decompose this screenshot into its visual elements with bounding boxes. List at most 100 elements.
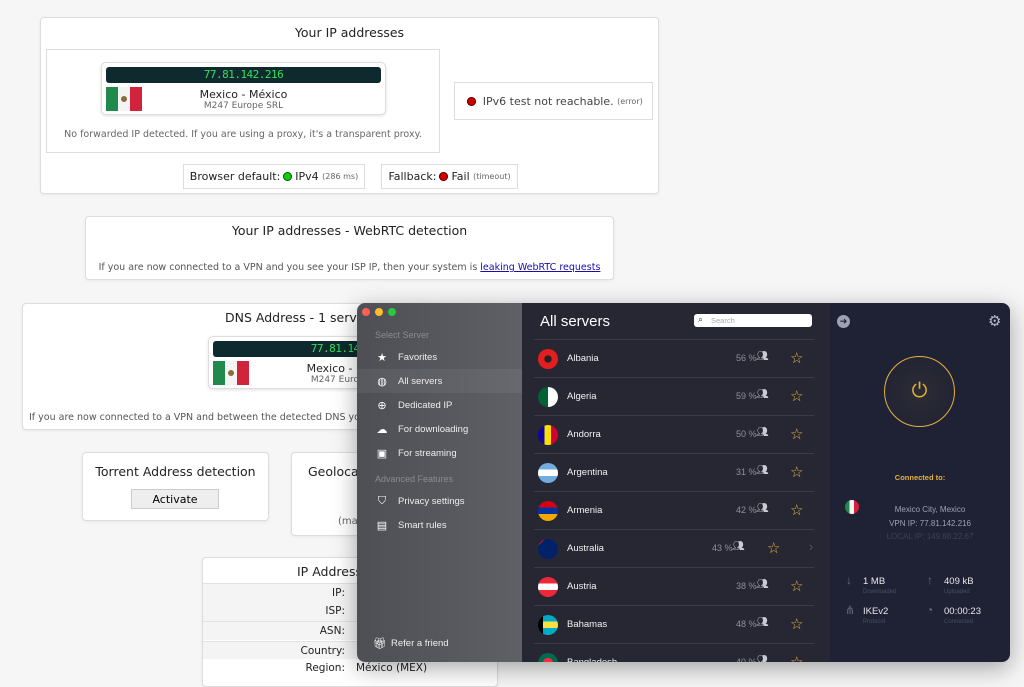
server-load: 40 % (736, 657, 757, 662)
protocol-stat: IKEv2 Protocol (863, 606, 888, 625)
close-window-button[interactable] (362, 308, 370, 316)
favorite-star-icon[interactable]: ☆ (790, 349, 803, 367)
uploaded-value: 409 kB (944, 576, 974, 587)
flag-icon (538, 577, 558, 597)
sidebar-item-for-downloading[interactable]: ☁ For downloading (357, 417, 522, 441)
ip-badge: 77.81.142.216 Mexico - México M247 Europ… (101, 62, 386, 115)
server-name: Australia (567, 543, 604, 554)
cloud-download-icon: ☁ (376, 423, 388, 436)
browser-default: Browser default: IPv4 (286 ms) (183, 164, 365, 189)
clock-icon: ◔ (926, 603, 934, 617)
server-load: 48 % (736, 619, 757, 629)
sidebar: Select Server ★ Favorites ◍ All servers ⊕ D… (357, 303, 522, 662)
server-load: 38 % (736, 581, 757, 591)
flag-icon (538, 653, 558, 662)
users-icon: 👥︎ (732, 541, 745, 552)
upload-arrow-icon: ↑ (927, 573, 933, 587)
maximize-window-button[interactable] (388, 308, 396, 316)
list-title: All servers (540, 313, 611, 330)
server-row[interactable]: Armenia 42 % 👥︎ ☆ (534, 491, 814, 529)
favorite-star-icon[interactable]: ☆ (790, 501, 803, 519)
ipv6-status: IPv6 test not reachable. (error) (454, 82, 653, 120)
row-label: Region: (305, 662, 345, 674)
play-screen-icon: ▣ (376, 447, 388, 460)
row-label: ISP: (325, 605, 345, 617)
refer-a-friend-button[interactable]: 🎁︎ Refer a friend (357, 631, 522, 655)
fallback-note: (timeout) (473, 172, 511, 181)
card-title: DNS Address - 1 server (225, 310, 370, 325)
torrent-card: Torrent Address detection Activate (82, 452, 269, 521)
downloaded-stat: 1 MB Downloaded (863, 576, 896, 595)
search-input[interactable]: Search (694, 313, 812, 327)
server-name: Albania (567, 353, 599, 364)
protocol-icon: ⋔ (845, 603, 856, 617)
sidebar-item-label: Favorites (398, 351, 438, 363)
chevron-right-icon[interactable]: › (809, 539, 813, 554)
server-row[interactable]: Algeria 59 % 👥︎ ☆ (534, 377, 814, 415)
row-label: Country: (300, 645, 346, 657)
ip-box: 77.81.142.216 Mexico - México M247 Europ… (46, 49, 440, 153)
section-label: Select Server (375, 330, 430, 340)
server-load: 50 % (736, 429, 757, 439)
section-label: Advanced Features (375, 474, 454, 484)
sidebar-item-for-streaming[interactable]: ▣ For streaming (357, 441, 522, 465)
users-icon: 👥︎ (756, 655, 769, 662)
server-load: 42 % (736, 505, 757, 515)
gear-icon[interactable]: ⚙ (988, 312, 1001, 330)
users-icon: 👥︎ (756, 503, 769, 514)
favorite-star-icon[interactable]: ☆ (790, 425, 803, 443)
flag-icon (538, 501, 558, 521)
server-row[interactable]: Austria 38 % 👥︎ ☆ (534, 567, 814, 605)
protocol-value: IKEv2 (863, 606, 889, 617)
local-ip: LOCAL IP: 149.88.22.67 (886, 532, 974, 541)
connected-label: Connected to: (894, 473, 946, 482)
sidebar-item-smart-rules[interactable]: ▤ Smart rules (357, 513, 522, 537)
webrtc-leak-link[interactable]: leaking WebRTC requests (480, 262, 600, 273)
server-row[interactable]: Australia 43 % 👥︎ ☆ › (534, 529, 814, 567)
vpn-ip: VPN IP: 77.81.142.216 (889, 519, 971, 528)
globe-icon: ◍ (377, 375, 387, 388)
server-name: Armenia (567, 505, 603, 516)
favorite-star-icon[interactable]: ☆ (790, 653, 803, 662)
minimize-window-button[interactable] (375, 308, 383, 316)
webrtc-card: Your IP addresses - WebRTC detection If … (85, 216, 614, 280)
favorite-star-icon[interactable]: ☆ (790, 615, 803, 633)
server-list-panel: All servers Search Albania 56 % 👥︎ ☆ Alg… (522, 303, 830, 662)
favorite-star-icon[interactable]: ☆ (767, 539, 780, 557)
sidebar-item-dedicated-ip[interactable]: ⊕ Dedicated IP (357, 393, 522, 417)
sidebar-item-favorites[interactable]: ★ Favorites (357, 345, 522, 369)
time-stat: 00:00:23 Connected (944, 606, 981, 625)
sidebar-item-label: Privacy settings (398, 495, 465, 507)
row-label: ASN: (319, 625, 345, 637)
server-row[interactable]: Andorra 50 % 👥︎ ☆ (534, 415, 814, 453)
flag-icon (538, 387, 558, 407)
flag-icon (538, 463, 558, 483)
favorite-star-icon[interactable]: ☆ (790, 387, 803, 405)
favorite-star-icon[interactable]: ☆ (790, 577, 803, 595)
card-title: Your IP addresses (294, 25, 405, 40)
forward-note: No forwarded IP detected. If you are usi… (64, 129, 422, 140)
server-name: Bahamas (567, 619, 608, 630)
server-name: Argentina (567, 467, 608, 478)
server-row[interactable]: Argentina 31 % 👥︎ ☆ (534, 453, 814, 491)
server-name: Andorra (567, 429, 601, 440)
server-row[interactable]: Bahamas 48 % 👥︎ ☆ (534, 605, 814, 643)
sidebar-item-privacy-settings[interactable]: ⛉ Privacy settings (357, 489, 522, 513)
ipv6-note: (error) (617, 96, 643, 106)
browser-default-label: Browser default: (189, 170, 281, 183)
disconnect-arrow-icon[interactable]: ➜ (837, 315, 850, 328)
row-value: México (MEX) (356, 662, 428, 674)
power-button[interactable]: ⏻ (884, 356, 955, 427)
server-row[interactable]: Bangladesh 40 % 👥︎ ☆ (534, 643, 814, 662)
server-row[interactable]: Albania 56 % 👥︎ ☆ (534, 339, 814, 377)
server-load: 31 % (736, 467, 757, 477)
ip-addresses-card: Your IP addresses 77.81.142.216 Mexico -… (40, 17, 659, 194)
favorite-star-icon[interactable]: ☆ (790, 463, 803, 481)
fallback-value: Fail (451, 170, 470, 183)
activate-button[interactable]: Activate (131, 489, 219, 509)
sidebar-item-label: For downloading (398, 423, 469, 435)
time-label: Connected (944, 619, 974, 625)
sidebar-item-all-servers[interactable]: ◍ All servers (357, 369, 522, 393)
flag-icon (538, 615, 558, 635)
card-title: Your IP addresses - WebRTC detection (231, 223, 468, 238)
